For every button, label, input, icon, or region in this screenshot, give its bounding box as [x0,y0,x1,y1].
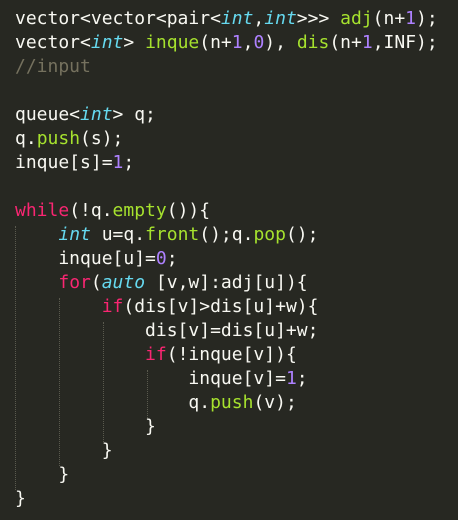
code-line[interactable]: queue<int> q; [15,103,156,127]
code-token: if [101,296,124,317]
code-line[interactable]: vector<vector<pair<int,int>>> adj(n+1); [15,7,438,31]
code-line[interactable]: q.push(v); [15,391,297,415]
code-line[interactable]: inque[v]=1; [15,367,308,391]
code-token: (n+ [329,32,362,53]
code-token: inque[s]= [15,152,113,173]
code-token: (s); [80,128,124,149]
code-token: vector<vector<pair< [15,8,221,29]
code-token: } [15,464,70,485]
code-token: 1 [231,32,243,53]
code-token: for [58,272,91,293]
code-token: >>> [296,8,341,29]
code-token: vector< [15,32,91,53]
code-line[interactable]: } [15,415,156,439]
code-token: pop [253,224,286,245]
code-token: adj [340,8,373,29]
code-token: push [210,392,254,413]
code-token: > q; [112,104,156,125]
code-token: auto [101,272,146,293]
code-token: front [145,224,200,245]
code-editor[interactable]: vector<vector<pair<int,int>>> adj(n+1); v… [0,0,458,520]
code-token: 1 [285,368,297,389]
code-token: inque [145,32,200,53]
code-token: 1 [361,32,373,53]
code-line[interactable]: } [15,439,113,463]
code-token: ); [416,8,438,29]
code-token: 0 [253,32,265,53]
code-token: queue< [15,104,81,125]
code-token: 1 [405,8,417,29]
code-token: ()){ [166,200,211,221]
code-token: dis [296,32,330,53]
code-line[interactable]: for(auto [v,w]:adj[u]){ [15,271,308,295]
code-token: ), [264,32,297,53]
code-line[interactable]: inque[s]=1; [15,151,134,175]
code-token: int [220,8,254,29]
code-token: } [15,488,26,509]
code-token: ; [296,368,308,389]
code-token: ; [123,152,135,173]
code-token: empty [112,200,167,221]
code-token: u=q. [90,224,146,245]
code-line[interactable]: q.push(s); [15,127,123,151]
code-token: ; [166,248,178,269]
code-token: inque[v]= [15,368,286,389]
code-token: if [145,344,167,365]
code-token: int [264,8,297,29]
code-line[interactable]: if(dis[v]>dis[u]+w){ [15,295,319,319]
code-token: push [36,128,81,149]
code-token: int [90,32,124,53]
code-token: (n+ [199,32,232,53]
code-token: [v,w]:adj[u]){ [145,272,308,293]
code-token: ();q. [199,224,254,245]
code-token: (v); [253,392,297,413]
code-line[interactable]: } [15,487,26,511]
code-token: (); [285,224,319,245]
code-token: > [123,32,146,53]
code-line[interactable]: if(!inque[v]){ [15,343,297,367]
code-line[interactable]: //input [15,55,91,79]
code-line[interactable]: while(!q.empty()){ [15,199,210,223]
code-line[interactable]: int u=q.front();q.pop(); [15,223,318,247]
code-token: dis[v]=dis[u]+w; [15,320,319,341]
code-token: int [58,224,91,245]
code-line[interactable]: inque[u]=0; [15,247,178,271]
code-token: 1 [112,152,124,173]
code-token: (!inque[v]){ [166,344,297,365]
code-token: (!q. [69,200,113,221]
code-token: inque[u]= [15,248,156,269]
code-token: 0 [155,248,167,269]
code-token: } [15,416,156,437]
code-token: //input [15,56,91,77]
code-token: q. [15,128,37,149]
code-token: while [15,200,70,221]
code-token: int [80,104,113,125]
code-line[interactable]: vector<int> inque(n+1,0), dis(n+1,INF); [15,31,438,55]
code-token: , [253,8,265,29]
code-token: (dis[v]>dis[u]+w){ [123,296,319,317]
code-token: } [15,440,113,461]
code-token: q. [15,392,211,413]
code-token: , [242,32,254,53]
code-token: ,INF); [372,32,438,53]
code-line[interactable]: } [15,463,69,487]
code-token: ( [90,272,102,293]
code-token: (n+ [372,8,406,29]
code-line[interactable]: dis[v]=dis[u]+w; [15,319,318,343]
